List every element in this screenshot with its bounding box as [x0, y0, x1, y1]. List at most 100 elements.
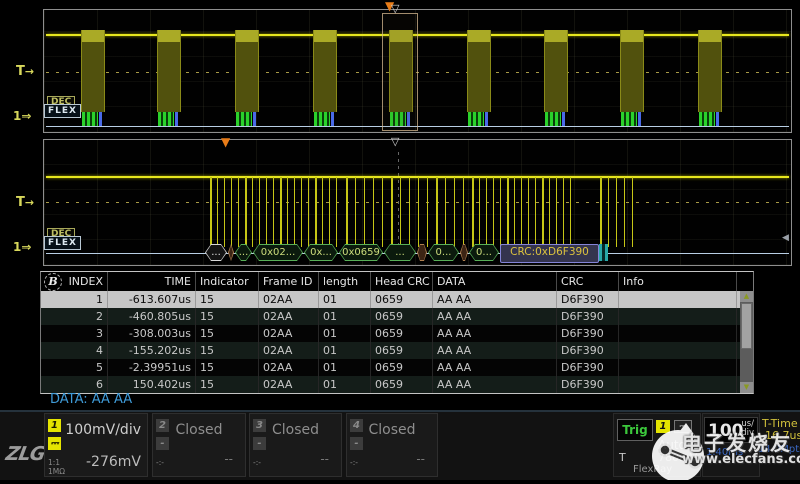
- table-cell: 2: [41, 308, 108, 325]
- probe-impedance-label: 1:1 1MΩ: [48, 459, 65, 476]
- table-cell: 02AA: [259, 291, 319, 308]
- table-cell: 02AA: [259, 359, 319, 376]
- trig-button[interactable]: Trig: [617, 419, 653, 441]
- bus-segment-text: 0x0659: [340, 245, 382, 260]
- channel-1-badge[interactable]: 1: [48, 419, 61, 432]
- decode-table[interactable]: B INDEXTIMEIndicatorFrame IDlengthHead C…: [40, 271, 754, 394]
- trigger-coupling-badge[interactable]: ⎓: [674, 420, 692, 433]
- bus-icon[interactable]: B: [44, 273, 62, 291]
- waveform-window-main[interactable]: ▼ ▽: [43, 9, 792, 133]
- signal-pulse: [507, 177, 509, 247]
- bus-segment-data: 0x0659: [339, 244, 383, 261]
- channel-offset-value: -276mV: [86, 454, 141, 470]
- signal-pulse: [608, 177, 609, 247]
- probe-impedance-label: -:-: [350, 459, 358, 468]
- signal-pulse: [427, 177, 428, 247]
- table-cell: 150.402us: [108, 376, 196, 393]
- table-row[interactable]: 5-2.39951us1502AA010659AA AAD6F390: [41, 359, 753, 376]
- bus-segment-data: 0...: [469, 244, 499, 261]
- signal-burst: [235, 30, 259, 112]
- signal-pulse: [391, 177, 393, 247]
- scroll-up-button[interactable]: ▲: [740, 291, 753, 302]
- flex-decode-label[interactable]: FLEX: [44, 236, 81, 250]
- bus-segment-data: ...: [384, 244, 416, 261]
- timebase-scale-box[interactable]: 100 us/ div: [704, 417, 758, 443]
- coupling-badge[interactable]: -: [350, 437, 363, 450]
- signal-pulse: [382, 177, 383, 247]
- trigger-level-label[interactable]: T→: [16, 64, 34, 79]
- table-cell: 15: [196, 308, 259, 325]
- probe-impedance-label: -:-: [156, 459, 164, 468]
- table-cell: AA AA: [433, 376, 557, 393]
- signal-pulse: [329, 177, 330, 247]
- signal-pulse: [400, 177, 401, 247]
- channel-3-panel[interactable]: 3-Closed---:-: [249, 413, 342, 477]
- scrollbar-thumb[interactable]: [741, 303, 752, 349]
- scroll-down-button[interactable]: ▼: [740, 382, 753, 393]
- signal-burst: [313, 30, 337, 112]
- table-cell: [619, 359, 737, 376]
- trigger-panel[interactable]: Trig 1 ⎓ Auto T 780mV FlexRay: [613, 413, 701, 477]
- table-cell: 0659: [371, 376, 433, 393]
- table-cell: [619, 342, 737, 359]
- coupling-badge[interactable]: -: [156, 437, 169, 450]
- signal-pulse: [308, 177, 309, 247]
- channel-scale-value: 100mV/div: [65, 422, 141, 438]
- signal-burst: [620, 30, 644, 112]
- zoom-selection-box[interactable]: [382, 13, 418, 131]
- channel-2-panel[interactable]: 2-Closed---:-: [152, 413, 246, 477]
- waveform-window-zoom[interactable]: ......0x02...0x...0x0659...0...0...CRC:0…: [43, 139, 792, 266]
- center-cursor-line: [398, 148, 399, 246]
- decode-block-green: [545, 112, 561, 127]
- signal-pulse: [346, 177, 348, 247]
- trigger-level-label[interactable]: T→: [16, 195, 34, 210]
- table-cell: 6: [41, 376, 108, 393]
- channel-1-position-label[interactable]: 1⇒: [13, 109, 31, 123]
- bus-segment-data: 0...: [428, 244, 459, 261]
- arrow-double-icon: ⇒: [21, 109, 31, 123]
- signal-pulse: [463, 177, 464, 247]
- table-cell: 0659: [371, 308, 433, 325]
- trigger-position-marker-icon[interactable]: ▼: [221, 136, 230, 148]
- signal-pulse: [600, 177, 602, 247]
- table-cell: D6F390: [557, 291, 619, 308]
- bus-segment-text: 0...: [470, 245, 498, 260]
- table-row[interactable]: 4-155.202us1502AA010659AA AAD6F390: [41, 342, 753, 359]
- signal-pulse: [436, 177, 438, 247]
- bus-segment-text: 0x02...: [254, 245, 302, 260]
- channel-1-position-label[interactable]: 1⇒: [13, 240, 31, 254]
- coupling-badge[interactable]: ⎓: [48, 437, 61, 450]
- channel-1-panel[interactable]: 1 ⎓ 100mV/div -276mV 1:1 1MΩ: [44, 413, 148, 477]
- table-header-cell: CRC: [557, 272, 619, 291]
- table-header-cell: DATA: [433, 272, 557, 291]
- table-row[interactable]: 3-308.003us1502AA010659AA AAD6F390: [41, 325, 753, 342]
- signal-pulse: [364, 177, 365, 247]
- table-cell: 0659: [371, 342, 433, 359]
- table-cell: 5: [41, 359, 108, 376]
- signal-pulse: [238, 177, 239, 247]
- table-row[interactable]: 1-613.607us1502AA010659AA AAD6F390: [41, 291, 753, 308]
- table-cell: 0659: [371, 291, 433, 308]
- table-cell: -2.39951us: [108, 359, 196, 376]
- decode-block-green: [314, 112, 330, 127]
- timebase-scale: 100: [708, 421, 744, 441]
- signal-pulse: [549, 177, 550, 247]
- decode-block-green: [82, 112, 98, 127]
- flex-decode-label[interactable]: FLEX: [44, 104, 81, 118]
- table-cell: 02AA: [259, 342, 319, 359]
- trigger-source-badge[interactable]: 1: [656, 420, 670, 433]
- timebase-panel[interactable]: 100 us/ div 1.40ms: [702, 413, 760, 477]
- table-body: 1-613.607us1502AA010659AA AAD6F3902-460.…: [41, 291, 753, 393]
- bus-segment-text: ...: [236, 245, 251, 260]
- coupling-badge[interactable]: -: [253, 437, 266, 450]
- table-cell: 0659: [371, 359, 433, 376]
- signal-pulse: [273, 177, 274, 247]
- table-cell: AA AA: [433, 342, 557, 359]
- table-row[interactable]: 2-460.805us1502AA010659AA AAD6F390: [41, 308, 753, 325]
- table-row[interactable]: 6150.402us1502AA010659AA AAD6F390: [41, 376, 753, 393]
- table-scrollbar[interactable]: ▲ ▼: [740, 291, 753, 393]
- channel-4-panel[interactable]: 4-Closed---:-: [346, 413, 438, 477]
- table-cell: 15: [196, 325, 259, 342]
- signal-pulse: [210, 177, 212, 247]
- signal-pulse: [409, 177, 410, 247]
